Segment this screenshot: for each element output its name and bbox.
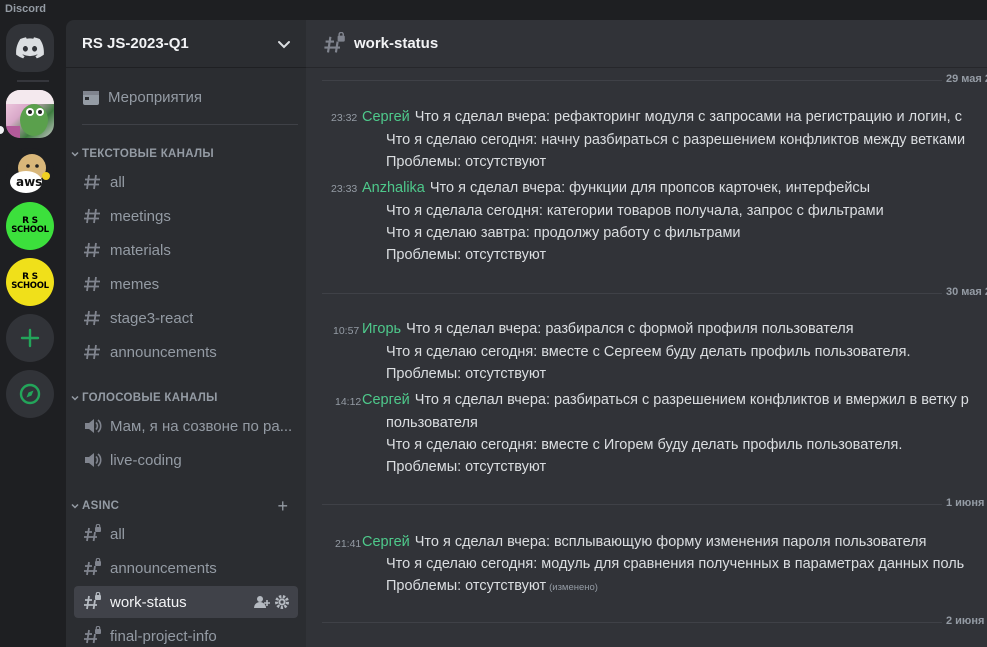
plus-icon (20, 328, 40, 348)
server-icon-rs-school-1[interactable]: R S SCHOOL (6, 202, 54, 250)
message-line: Что я сделаю сегодня: вместе с Сергеем б… (386, 344, 911, 360)
hash-lock-icon (84, 592, 101, 610)
date-divider: 1 июня 2 (322, 497, 987, 511)
author-name[interactable]: Сергей (362, 109, 410, 125)
hash-icon (84, 242, 100, 258)
channel-meetings[interactable]: meetings (74, 200, 298, 232)
title-bar: Discord (0, 0, 987, 20)
events-label: Мероприятия (108, 88, 203, 106)
message-line: Проблемы: отсутствуют (386, 154, 547, 170)
channel-final-project-info[interactable]: final-project-info (74, 620, 298, 647)
edited-label: (изменено) (549, 582, 598, 593)
author-name[interactable]: Сергей (362, 392, 410, 408)
rs-school-logo: R S SCHOOL (11, 272, 49, 291)
guild-name: RS JS-2023-Q1 (82, 35, 189, 52)
unread-indicator (0, 126, 4, 134)
server-icon-rs-school-2[interactable]: R S SCHOOL (6, 258, 54, 306)
category-asinc[interactable]: ASINC + (66, 496, 306, 516)
rs-school-logo: R S SCHOOL (11, 216, 49, 235)
author-name[interactable]: Anzhalika (362, 180, 425, 196)
message-line: Что я сделаю сегодня: вместе с Игорем бу… (386, 437, 903, 453)
speaker-icon (85, 453, 102, 467)
message-line: пользователя (386, 415, 478, 431)
compass-icon (19, 383, 41, 405)
hash-icon (84, 174, 100, 190)
author-name[interactable]: Игорь (362, 321, 401, 337)
calendar-icon (83, 91, 99, 105)
chat-area: work-status 29 мая 2 23:32 Сергей Что я с… (306, 20, 987, 647)
hash-icon (84, 344, 100, 360)
channel-title: work-status (354, 35, 439, 52)
hash-lock-icon (324, 31, 345, 53)
chevron-down-icon (71, 503, 79, 509)
chevron-down-icon (71, 395, 79, 401)
message-line: Что я сделаю завтра: продолжу работу с ф… (386, 225, 741, 241)
sidebar-divider (82, 124, 298, 125)
speaker-icon (85, 419, 102, 433)
frog-avatar-icon (6, 90, 54, 138)
chevron-down-icon (278, 40, 290, 48)
add-server-button[interactable] (6, 314, 54, 362)
home-button[interactable] (6, 24, 54, 72)
voice-channel-live-coding[interactable]: live-coding (74, 444, 298, 476)
message-line: Что я сделаю сегодня: модуль для сравнен… (386, 556, 965, 572)
date-divider: 2 июня 2 (322, 615, 987, 629)
chevron-down-icon (71, 151, 79, 157)
hash-icon (84, 310, 100, 326)
message-line: Сергей Что я сделал вчера: рефакторинг мо… (362, 109, 962, 125)
svg-text:aws: aws (16, 175, 42, 189)
discord-logo-icon (16, 37, 44, 59)
rail-separator (17, 80, 49, 82)
channel-sidebar: RS JS-2023-Q1 Мероприятия ТЕКСТОВЫЕ КАНА… (66, 20, 306, 647)
gear-icon[interactable] (274, 594, 290, 610)
category-text-channels[interactable]: ТЕКСТОВЫЕ КАНАЛЫ (66, 144, 306, 164)
server-rail: aws R S SCHOOL R S SCHOOL (0, 20, 66, 647)
create-invite-icon[interactable] (254, 594, 270, 610)
message-timestamp: 23:32 (331, 112, 358, 124)
channel-announcements[interactable]: announcements (74, 336, 298, 368)
hash-icon (84, 276, 100, 292)
date-divider: 30 мая 2 (322, 286, 987, 300)
message-line: Проблемы: отсутствуют (386, 247, 547, 263)
app-title: Discord (5, 3, 46, 15)
channel-work-status[interactable]: work-status (74, 586, 298, 618)
message-timestamp: 14:12 (335, 396, 362, 408)
message-line: Anzhalika Что я сделал вчера: функции для… (362, 180, 871, 196)
channel-asinc-all[interactable]: all (74, 518, 298, 550)
author-name[interactable]: Сергей (362, 534, 410, 550)
server-icon-ya-hochu[interactable] (6, 90, 54, 138)
message-line: Проблемы: отсутствуют (386, 459, 547, 475)
hash-lock-icon (84, 558, 101, 576)
message-timestamp: 23:33 (331, 183, 358, 195)
channel-header: work-status (306, 20, 987, 68)
channel-memes[interactable]: memes (74, 268, 298, 300)
events-item[interactable]: Мероприятия (74, 80, 298, 114)
message-line: Проблемы: отсутствуют (изменено) (386, 578, 598, 594)
channel-materials[interactable]: materials (74, 234, 298, 266)
message-timestamp: 21:41 (335, 538, 362, 550)
message-line: Проблемы: отсутствуют (386, 366, 547, 382)
message-line: Игорь Что я сделал вчера: разбирался с фо… (362, 321, 854, 337)
server-icon-aws[interactable]: aws (6, 148, 54, 196)
voice-channel-1[interactable]: Мам, я на созвоне по ра... (74, 410, 298, 442)
hash-lock-icon (84, 524, 101, 542)
guild-header[interactable]: RS JS-2023-Q1 (66, 20, 306, 68)
channel-stage3-react[interactable]: stage3-react (74, 302, 298, 334)
hash-lock-icon (84, 626, 101, 644)
hash-icon (84, 208, 100, 224)
explore-servers-button[interactable] (6, 370, 54, 418)
message-line: Что я сделаю сегодня: начну разбираться … (386, 132, 966, 148)
aws-doge-icon: aws (10, 154, 50, 193)
create-channel-icon[interactable]: + (277, 497, 288, 515)
message-line: Сергей Что я сделал вчера: всплывающую фо… (362, 534, 927, 550)
channel-all[interactable]: all (74, 166, 298, 198)
channel-asinc-announcements[interactable]: announcements (74, 552, 298, 584)
category-voice-channels[interactable]: ГОЛОСОВЫЕ КАНАЛЫ (66, 388, 306, 408)
message-timestamp: 10:57 (333, 325, 360, 337)
message-line: Сергей Что я сделал вчера: разбираться с … (362, 392, 969, 408)
message-line: Что я сделала сегодня: категории товаров… (386, 203, 884, 219)
date-divider: 29 мая 2 (322, 73, 987, 87)
